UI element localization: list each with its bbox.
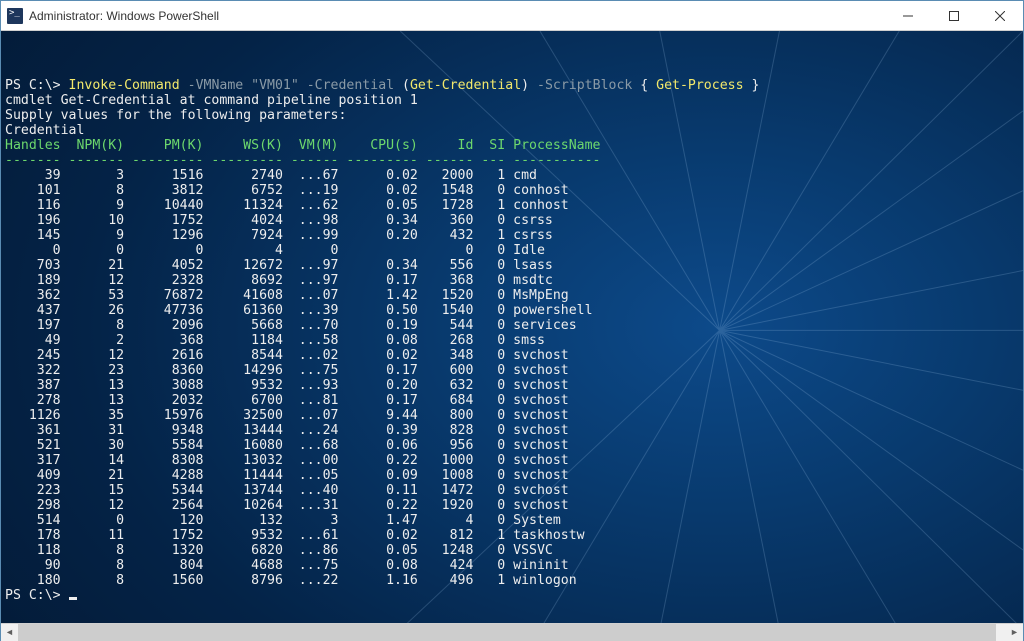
terminal-line: 409 21 4288 11444 ...05 0.09 1008 0 svch… [5, 468, 1019, 483]
terminal-line: 361 31 9348 13444 ...24 0.39 828 0 svcho… [5, 423, 1019, 438]
terminal-line: 317 14 8308 13032 ...00 0.22 1000 0 svch… [5, 453, 1019, 468]
terminal-line: 196 10 1752 4024 ...98 0.34 360 0 csrss [5, 213, 1019, 228]
horizontal-scrollbar[interactable]: ◄ ► [1, 623, 1023, 640]
terminal-line: 521 30 5584 16080 ...68 0.06 956 0 svcho… [5, 438, 1019, 453]
scroll-thumb[interactable] [18, 624, 996, 641]
powershell-window: Administrator: Windows PowerShell [0, 0, 1024, 641]
scroll-track[interactable] [18, 624, 1006, 641]
minimize-button[interactable] [885, 1, 931, 30]
terminal-line: ------- ------- --------- --------- ----… [5, 153, 1019, 168]
close-button[interactable] [977, 1, 1023, 30]
cursor [69, 597, 77, 600]
terminal-lines: PS C:\> Invoke-Command -VMName "VM01" -C… [5, 78, 1019, 603]
terminal-area[interactable]: PS C:\> Invoke-Command -VMName "VM01" -C… [1, 31, 1023, 623]
terminal-line: 101 8 3812 6752 ...19 0.02 1548 0 conhos… [5, 183, 1019, 198]
terminal-line: cmdlet Get-Credential at command pipelin… [5, 93, 1019, 108]
terminal-line: 180 8 1560 8796 ...22 1.16 496 1 winlogo… [5, 573, 1019, 588]
terminal-line: 90 8 804 4688 ...75 0.08 424 0 wininit [5, 558, 1019, 573]
terminal-line: 1126 35 15976 32500 ...07 9.44 800 0 svc… [5, 408, 1019, 423]
terminal-line: 387 13 3088 9532 ...93 0.20 632 0 svchos… [5, 378, 1019, 393]
terminal-line: Supply values for the following paramete… [5, 108, 1019, 123]
terminal-line: Handles NPM(K) PM(K) WS(K) VM(M) CPU(s) … [5, 138, 1019, 153]
terminal-line: Credential [5, 123, 1019, 138]
terminal-line: 322 23 8360 14296 ...75 0.17 600 0 svcho… [5, 363, 1019, 378]
terminal-line: 514 0 120 132 3 1.47 4 0 System [5, 513, 1019, 528]
powershell-icon [7, 8, 23, 24]
terminal-line: 39 3 1516 2740 ...67 0.02 2000 1 cmd [5, 168, 1019, 183]
window-controls [885, 1, 1023, 30]
terminal-line: 49 2 368 1184 ...58 0.08 268 0 smss [5, 333, 1019, 348]
terminal-line: 178 11 1752 9532 ...61 0.02 812 1 taskho… [5, 528, 1019, 543]
terminal-line: 437 26 47736 61360 ...39 0.50 1540 0 pow… [5, 303, 1019, 318]
terminal-line: 116 9 10440 11324 ...62 0.05 1728 1 conh… [5, 198, 1019, 213]
terminal-line: 118 8 1320 6820 ...86 0.05 1248 0 VSSVC [5, 543, 1019, 558]
maximize-button[interactable] [931, 1, 977, 30]
terminal-line: 145 9 1296 7924 ...99 0.20 432 1 csrss [5, 228, 1019, 243]
terminal-line: PS C:\> [5, 588, 1019, 603]
terminal-line: 0 0 0 4 0 0 0 Idle [5, 243, 1019, 258]
terminal-line: 189 12 2328 8692 ...97 0.17 368 0 msdtc [5, 273, 1019, 288]
terminal-line: 362 53 76872 41608 ...07 1.42 1520 0 MsM… [5, 288, 1019, 303]
titlebar[interactable]: Administrator: Windows PowerShell [1, 1, 1023, 31]
terminal-line: 278 13 2032 6700 ...81 0.17 684 0 svchos… [5, 393, 1019, 408]
terminal-line: 298 12 2564 10264 ...31 0.22 1920 0 svch… [5, 498, 1019, 513]
terminal-line: 703 21 4052 12672 ...97 0.34 556 0 lsass [5, 258, 1019, 273]
terminal-line: 223 15 5344 13744 ...40 0.11 1472 0 svch… [5, 483, 1019, 498]
terminal-line: 245 12 2616 8544 ...02 0.02 348 0 svchos… [5, 348, 1019, 363]
window-title: Administrator: Windows PowerShell [29, 9, 219, 23]
scroll-right-button[interactable]: ► [1006, 624, 1023, 641]
terminal-line: PS C:\> Invoke-Command -VMName "VM01" -C… [5, 78, 1019, 93]
terminal-line: 197 8 2096 5668 ...70 0.19 544 0 service… [5, 318, 1019, 333]
scroll-left-button[interactable]: ◄ [1, 624, 18, 641]
